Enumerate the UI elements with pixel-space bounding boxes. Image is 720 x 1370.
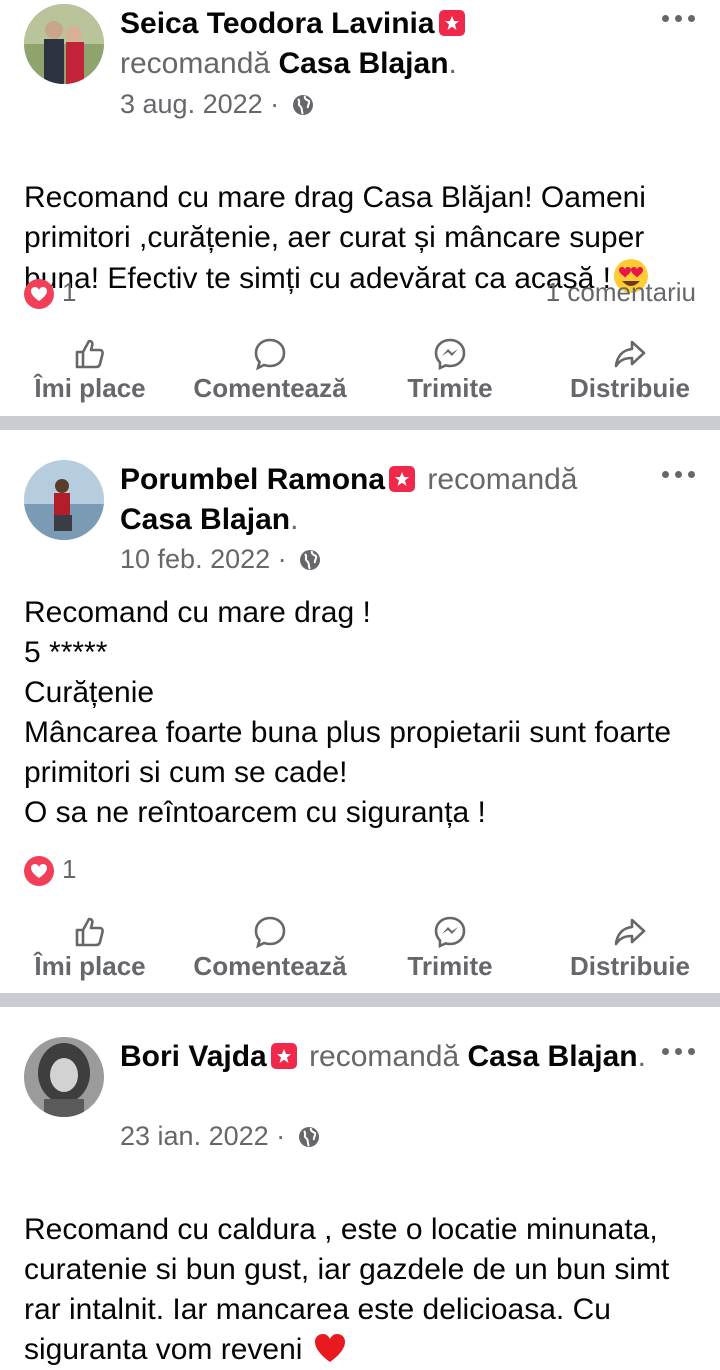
reaction-summary[interactable]: 1 (24, 852, 77, 887)
like-button[interactable]: Îmi place (0, 337, 180, 405)
like-label: Îmi place (34, 373, 146, 403)
action-bar: Îmi place Comentează Trimite Distribuie (0, 337, 720, 407)
comment-label: Comentează (193, 373, 347, 403)
messenger-icon (434, 916, 466, 949)
recommend-verb: recomandă (309, 1040, 460, 1073)
recommend-verb: recomandă (427, 463, 578, 496)
reaction-summary[interactable]: 1 (24, 275, 77, 310)
send-button[interactable]: Trimite (360, 915, 540, 983)
comment-count[interactable]: 1 comentariu (546, 275, 696, 309)
post-date[interactable]: 10 feb. 2022 (120, 544, 270, 574)
comment-button[interactable]: Comentează (180, 337, 360, 405)
post-meta: 23 ian. 2022 · (120, 1119, 321, 1153)
post-meta: 3 aug. 2022 · (120, 87, 315, 121)
review-post-2: Porumbel Ramona recomandă Casa Blajan. 1… (0, 430, 720, 996)
page-name[interactable]: Casa Blajan (120, 503, 290, 536)
love-reaction-icon (24, 856, 54, 887)
author-avatar[interactable] (24, 4, 104, 84)
recommendation-icon (389, 466, 416, 492)
share-icon (614, 918, 646, 946)
author-name[interactable]: Porumbel Ramona (120, 463, 385, 496)
post-text: Recomand cu caldura , este o locatie min… (24, 1213, 670, 1366)
messenger-icon (434, 338, 466, 371)
post-meta: 10 feb. 2022 · (120, 542, 322, 576)
post-divider (0, 993, 720, 1007)
send-label: Trimite (407, 373, 493, 403)
share-button[interactable]: Distribuie (540, 337, 720, 405)
post-header: Porumbel Ramona recomandă Casa Blajan. (120, 463, 578, 536)
author-avatar[interactable] (24, 1037, 104, 1117)
comment-button[interactable]: Comentează (180, 915, 360, 983)
action-bar: Îmi place Comentează Trimite Distribuie (0, 915, 720, 985)
reaction-count: 1 (62, 854, 77, 884)
author-name[interactable]: Seica Teodora Lavinia (120, 7, 435, 40)
more-options-icon[interactable] (662, 12, 696, 24)
recommend-verb: recomandă (120, 47, 271, 80)
comment-icon (254, 338, 286, 371)
globe-icon (298, 1127, 319, 1147)
more-options-icon[interactable] (662, 468, 696, 480)
recommendation-icon (438, 10, 465, 36)
post-date[interactable]: 3 aug. 2022 (120, 89, 263, 119)
send-button[interactable]: Trimite (360, 337, 540, 405)
post-header: Seica Teodora Lavinia recomandă Casa Bla… (120, 4, 650, 84)
post-divider (0, 416, 720, 430)
globe-icon (300, 550, 321, 570)
like-label: Îmi place (34, 951, 146, 981)
thumbs-up-icon (75, 917, 104, 947)
more-options-icon[interactable] (662, 1045, 696, 1057)
share-label: Distribuie (570, 373, 690, 403)
post-header: Bori Vajda recomandă Casa Blajan. (120, 1040, 646, 1073)
author-name[interactable]: Bori Vajda (120, 1040, 267, 1073)
reaction-count: 1 (62, 277, 77, 307)
love-reaction-icon (24, 279, 54, 310)
red-heart-emoji (314, 1334, 345, 1362)
like-button[interactable]: Îmi place (0, 915, 180, 983)
page-name[interactable]: Casa Blajan (468, 1040, 638, 1073)
share-label: Distribuie (570, 951, 690, 981)
post-text: Recomand cu mare drag ! 5 ***** Curățeni… (24, 596, 672, 829)
thumbs-up-icon (75, 339, 104, 369)
send-label: Trimite (407, 951, 493, 981)
recommendation-icon (270, 1043, 297, 1069)
globe-icon (292, 95, 313, 115)
share-button[interactable]: Distribuie (540, 915, 720, 983)
share-icon (614, 340, 646, 368)
comment-label: Comentează (193, 951, 347, 981)
page-name[interactable]: Casa Blajan (278, 47, 448, 80)
comment-icon (254, 916, 286, 949)
review-post-3: Bori Vajda recomandă Casa Blajan. 23 ian… (0, 1007, 720, 1366)
review-post-1: Seica Teodora Lavinia recomandă Casa Bla… (0, 0, 720, 416)
author-avatar[interactable] (24, 460, 104, 540)
post-date[interactable]: 23 ian. 2022 (120, 1121, 269, 1151)
